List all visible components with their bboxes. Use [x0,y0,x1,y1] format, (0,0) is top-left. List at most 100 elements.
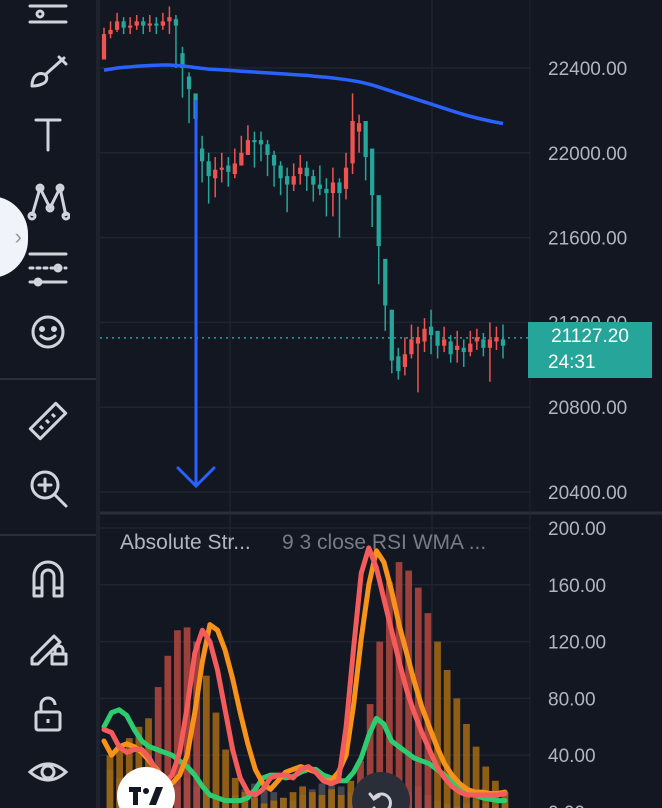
candle-body [481,339,486,348]
brush-tool[interactable] [18,46,78,98]
emoji-tool[interactable] [18,306,78,358]
candle-body [396,356,401,372]
candle-body [173,19,179,26]
candle-body [428,326,434,336]
candle-body [101,34,107,60]
histogram-bar [212,712,220,808]
candle-body [114,21,120,30]
candle-body [311,176,316,185]
pattern-tool-icon [27,183,70,221]
candle-body [337,182,342,194]
candle-body [285,176,290,185]
candle-body [500,339,506,346]
candle-body [108,29,113,35]
price-tick-label: 20400.00 [548,483,627,504]
histogram-bar [289,792,297,808]
indicator-tick-label: 80.00 [548,689,596,710]
candle-body [474,337,479,342]
pattern-tool[interactable] [18,174,78,226]
histogram-bar [299,786,307,808]
histogram-bar [106,755,114,808]
moving-average-polyline [103,63,504,126]
trading-chart-screen: 22400.00 22000.00 21600.00 20800.00 20400.00… [0,0,662,808]
price-tick-label: 21600.00 [548,229,627,250]
zoom-in-tool[interactable] [18,462,78,514]
drawing-toolbar [0,0,96,808]
trend-line-tool-icon [28,4,68,24]
candle-body [343,167,349,189]
histogram-bar [328,789,335,808]
indicator-tick-label: 160.00 [548,576,606,597]
candle-body [298,167,303,174]
candle-body [226,165,231,172]
text-tool[interactable] [18,108,78,160]
magnet-tool-icon [32,560,64,598]
price-tick-label: 22000.00 [548,144,627,165]
candle-body [487,339,493,348]
candle-body [448,341,453,355]
ruler-tool-icon [28,401,68,441]
candle-body [219,167,224,170]
countdown-label: 24:31 [528,350,652,378]
indicator-params[interactable]: 9 3 close RSI WMA ... [282,531,486,555]
candle-body [435,330,440,346]
histogram-bar [318,794,326,808]
magnet-tool[interactable] [18,552,78,604]
candle-body [239,152,244,166]
candle-body [324,188,329,194]
current-price-label: 21127.20 [528,322,652,351]
indicator-tick-label: 120.00 [548,633,606,654]
prediction-tool-icon [28,252,68,287]
histogram-bar [482,766,490,808]
trend-line-tool[interactable] [18,0,78,40]
indicator-tick-label: 200.00 [548,519,606,540]
candle-body [134,21,139,26]
candle-body [147,23,152,26]
price-tick-label: 22400.00 [548,59,627,80]
candle-body [376,195,381,247]
candle-body [160,21,165,26]
candle-body [461,347,466,353]
candle-body [186,76,192,90]
toolbar-divider [0,378,96,380]
histogram-bar [308,792,316,808]
histogram-bar [395,562,403,808]
candle-body [389,309,394,361]
candle-body [455,345,460,350]
candle-body [252,140,257,143]
candle-body [415,337,421,344]
candle-body [383,258,388,306]
candle-body [363,121,368,158]
indicator-title[interactable]: Absolute Str... [120,531,251,555]
ruler-tool[interactable] [18,396,78,448]
candle-body [167,17,172,22]
candle-body [121,21,126,28]
candle-body [199,148,205,162]
candle-body [402,354,408,367]
candle-body [265,144,270,155]
candle-body [206,161,211,177]
prediction-tool[interactable] [18,242,78,294]
unlock-tool-icon [34,696,62,732]
candle-body [330,182,336,194]
candle-body [213,169,218,179]
lock-drawing-tool[interactable] [18,620,78,672]
chevron-right-icon: › [14,224,22,249]
histogram-bar [231,777,239,808]
price-tick-label: 20800.00 [548,398,627,419]
candle-body [258,140,264,145]
tradingview-logo-icon [129,787,163,805]
toolbar-divider [0,534,96,536]
price-axis[interactable]: 22400.00 22000.00 21600.00 20800.00 20400.00… [548,59,627,808]
eye-tool[interactable] [18,746,78,798]
candle-body [271,154,277,166]
unlock-tool[interactable] [18,688,78,740]
histogram-bar [434,641,441,808]
lock-drawing-tool-icon [30,634,68,666]
candle-body [350,121,355,164]
brush-tool-icon [30,55,68,88]
text-tool-icon [34,118,62,152]
candle-body [128,25,133,28]
candle-body [317,184,322,189]
histogram-bar [260,803,268,808]
